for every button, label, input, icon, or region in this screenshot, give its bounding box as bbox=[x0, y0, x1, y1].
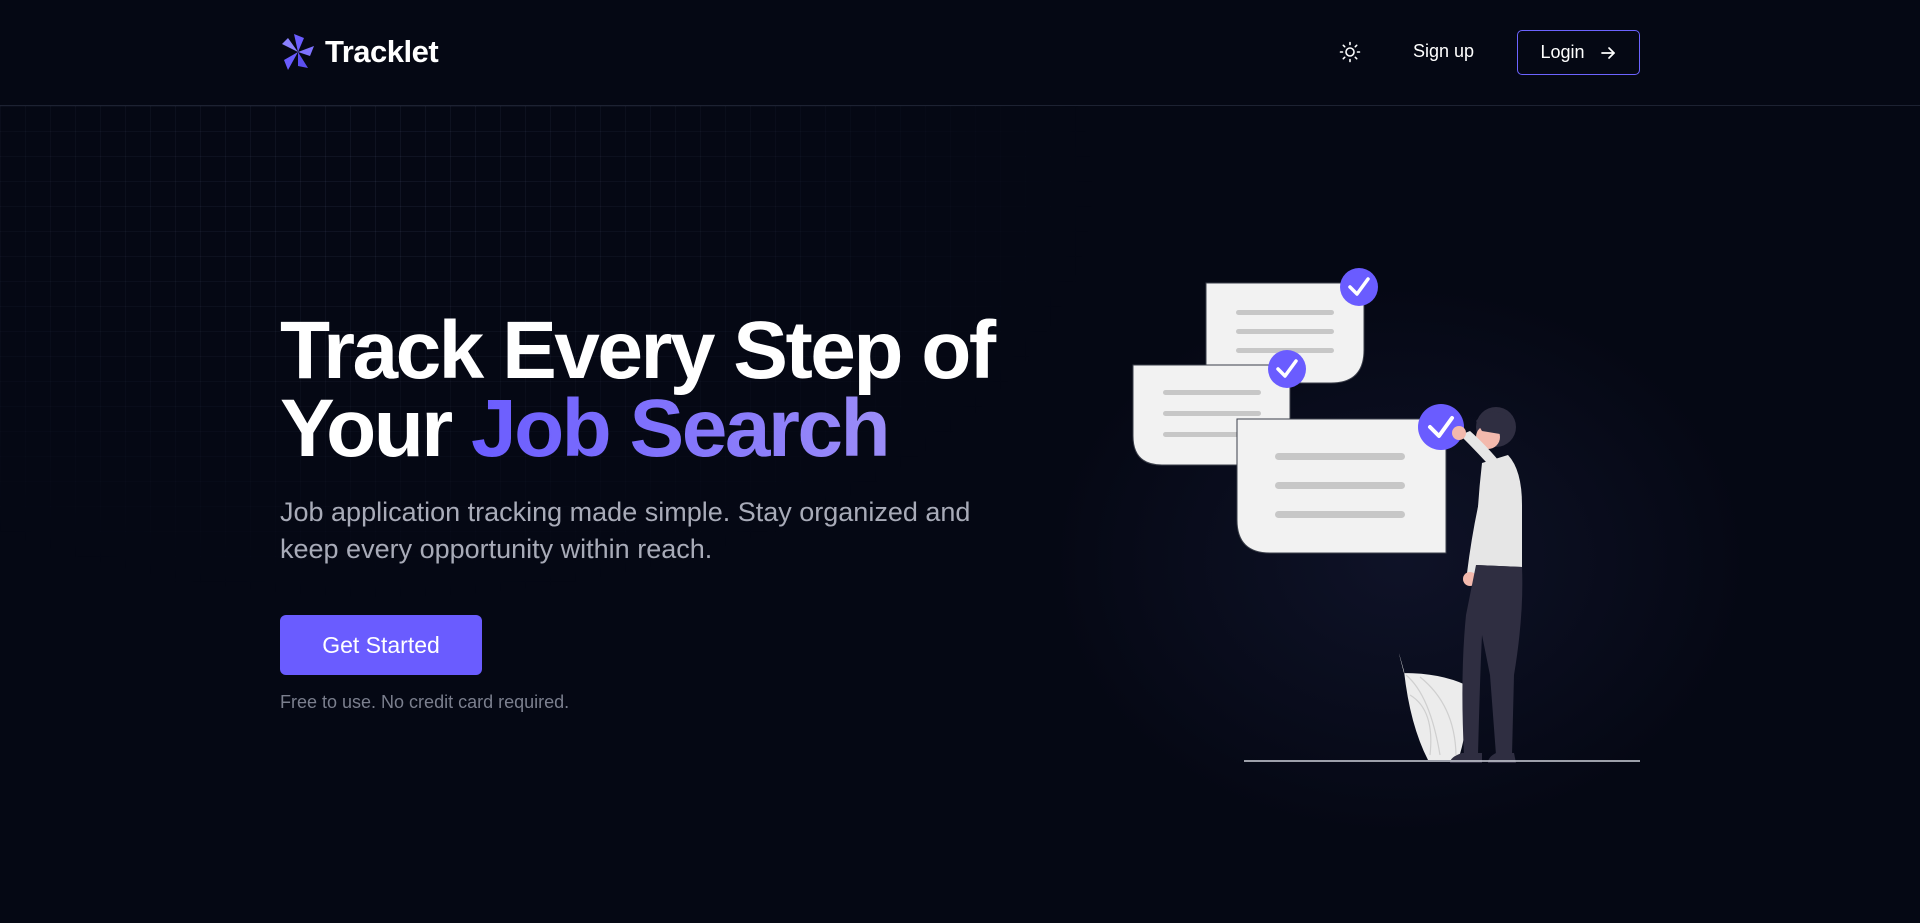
check-icon bbox=[1340, 268, 1378, 306]
pinwheel-logo-icon bbox=[282, 34, 314, 70]
check-icon bbox=[1268, 350, 1306, 388]
job-tracking-illustration bbox=[1132, 268, 1640, 763]
plant-icon bbox=[1399, 653, 1467, 760]
sun-icon bbox=[1339, 41, 1361, 63]
signup-link[interactable]: Sign up bbox=[1413, 41, 1474, 62]
login-button[interactable]: Login bbox=[1517, 30, 1640, 75]
login-button-label: Login bbox=[1540, 42, 1585, 62]
theme-toggle-button[interactable] bbox=[1339, 41, 1361, 63]
hero-title: Track Every Step of Your Job Search bbox=[280, 310, 1040, 470]
hero-subtitle: Job application tracking made simple. St… bbox=[280, 497, 971, 564]
arrow-right-icon bbox=[1600, 46, 1615, 59]
get-started-button[interactable]: Get Started bbox=[280, 615, 482, 675]
top-navbar: Tracklet Sign up Login bbox=[0, 0, 1920, 106]
hero-title-line2: Your bbox=[280, 383, 471, 474]
document-card-icon bbox=[1236, 418, 1447, 554]
cta-note: Free to use. No credit card required. bbox=[280, 692, 570, 712]
hero-title-accent: Job Search bbox=[470, 383, 891, 474]
landing-page: Tracklet Sign up Login Track Every Step … bbox=[0, 0, 1920, 923]
brand-name: Tracklet bbox=[325, 34, 439, 69]
brand-logo[interactable]: Tracklet bbox=[280, 32, 439, 72]
